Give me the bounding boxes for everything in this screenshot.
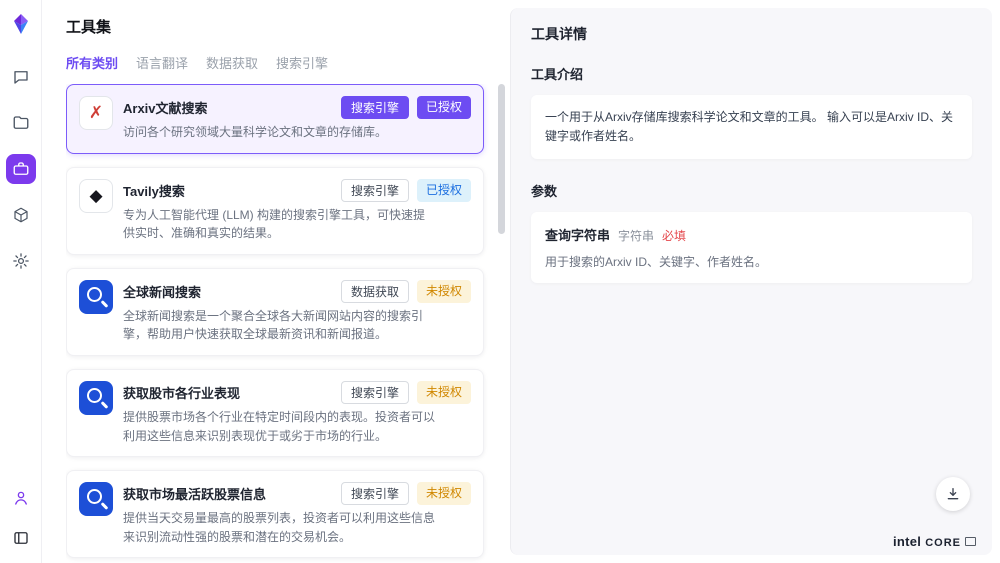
tool-icon-glyph: ✗ [89,103,103,123]
auth-status-badge: 未授权 [417,482,471,505]
params-section-title: 参数 [531,181,972,200]
sector-performance-icon [79,381,113,415]
category-tabs: 所有类别语言翻译数据获取搜索引擎 [66,53,494,72]
param-name: 查询字符串 [545,225,610,244]
app-logo [9,12,33,36]
tool-desc: 提供股票市场各个行业在特定时间段内的表现。投资者可以利用这些信息来识别表现优于或… [123,408,435,445]
download-icon [945,486,961,502]
user-icon[interactable] [6,483,36,513]
tab-translate[interactable]: 语言翻译 [136,53,188,72]
tab-search[interactable]: 搜索引擎 [276,53,328,72]
tool-card[interactable]: 获取股市各行业表现 提供股票市场各个行业在特定时间段内的表现。投资者可以利用这些… [66,369,484,457]
category-badge: 搜索引擎 [341,482,409,505]
core-wordmark: CORE [925,537,961,549]
tool-card[interactable]: ✗ Arxiv文献搜索 访问各个研究领域大量科学论文和文章的存储库。 搜索引擎 … [66,84,484,154]
category-badge: 搜索引擎 [341,179,409,202]
tool-card[interactable]: 全球新闻搜索 全球新闻搜索是一个聚合全球各大新闻网站内容的搜索引擎，帮助用户快速… [66,268,484,356]
tool-card[interactable]: ◆ Tavily搜索 专为人工智能代理 (LLM) 构建的搜索引擎工具，可快速提… [66,167,484,255]
tab-data[interactable]: 数据获取 [206,53,258,72]
category-badge: 搜索引擎 [341,381,409,404]
active-stocks-icon [79,482,113,516]
tool-card[interactable]: 获取市场最活跃股票信息 提供当天交易量最高的股票列表，投资者可以利用这些信息来识… [66,470,484,558]
global-news-search-icon [79,280,113,314]
intel-wordmark: intel [893,534,921,549]
folder-icon[interactable] [6,108,36,138]
download-button[interactable] [936,477,970,511]
tool-desc: 访问各个研究领域大量科学论文和文章的存储库。 [123,123,435,142]
scrollbar-thumb[interactable] [498,84,505,234]
page-title: 工具集 [66,16,494,37]
intro-text: 一个用于从Arxiv存储库搜索科学论文和文章的工具。 输入可以是Arxiv ID… [545,108,958,146]
category-badge: 搜索引擎 [341,96,409,119]
chat-icon[interactable] [6,62,36,92]
tavily-icon: ◆ [79,179,113,213]
param-desc: 用于搜索的Arxiv ID、关键字、作者姓名。 [545,253,958,270]
intel-core-logo: intel CORE [893,534,976,549]
tool-detail-panel: 工具详情 工具介绍 一个用于从Arxiv存储库搜索科学论文和文章的工具。 输入可… [510,8,992,555]
settings-gear-icon[interactable] [6,246,36,276]
toolbox-icon[interactable] [6,154,36,184]
sidebar [0,0,42,563]
tool-icon-glyph: ◆ [89,186,102,206]
auth-status-badge: 未授权 [417,280,471,303]
detail-title: 工具详情 [531,24,972,44]
app-window: 工具集 所有类别语言翻译数据获取搜索引擎 ✗ Arxiv文献搜索 访问各个研究领… [0,0,1000,563]
param-type: 字符串 [618,227,654,244]
tool-list: ✗ Arxiv文献搜索 访问各个研究领域大量科学论文和文章的存储库。 搜索引擎 … [66,84,494,563]
side-panel-icon[interactable] [6,523,36,553]
auth-status-badge: 未授权 [417,381,471,404]
intro-section-title: 工具介绍 [531,64,972,83]
intro-card: 一个用于从Arxiv存储库搜索科学论文和文章的工具。 输入可以是Arxiv ID… [531,95,972,159]
param-required-badge: 必填 [662,227,686,244]
tool-collection-panel: 工具集 所有类别语言翻译数据获取搜索引擎 ✗ Arxiv文献搜索 访问各个研究领… [42,0,510,563]
tool-desc: 提供当天交易量最高的股票列表，投资者可以利用这些信息来识别流动性强的股票和潜在的… [123,509,435,546]
cube-icon[interactable] [6,200,36,230]
param-card: 查询字符串 字符串 必填 用于搜索的Arxiv ID、关键字、作者姓名。 [531,212,972,283]
tool-desc: 专为人工智能代理 (LLM) 构建的搜索引擎工具，可快速提供实时、准确和真实的结… [123,206,435,243]
chip-badge-box [965,537,976,546]
auth-status-badge: 已授权 [417,179,471,202]
arxiv-icon: ✗ [79,96,113,130]
tab-all[interactable]: 所有类别 [66,53,118,72]
tool-desc: 全球新闻搜索是一个聚合全球各大新闻网站内容的搜索引擎，帮助用户快速获取全球最新资… [123,307,435,344]
category-badge: 数据获取 [341,280,409,303]
auth-status-badge: 已授权 [417,96,471,119]
